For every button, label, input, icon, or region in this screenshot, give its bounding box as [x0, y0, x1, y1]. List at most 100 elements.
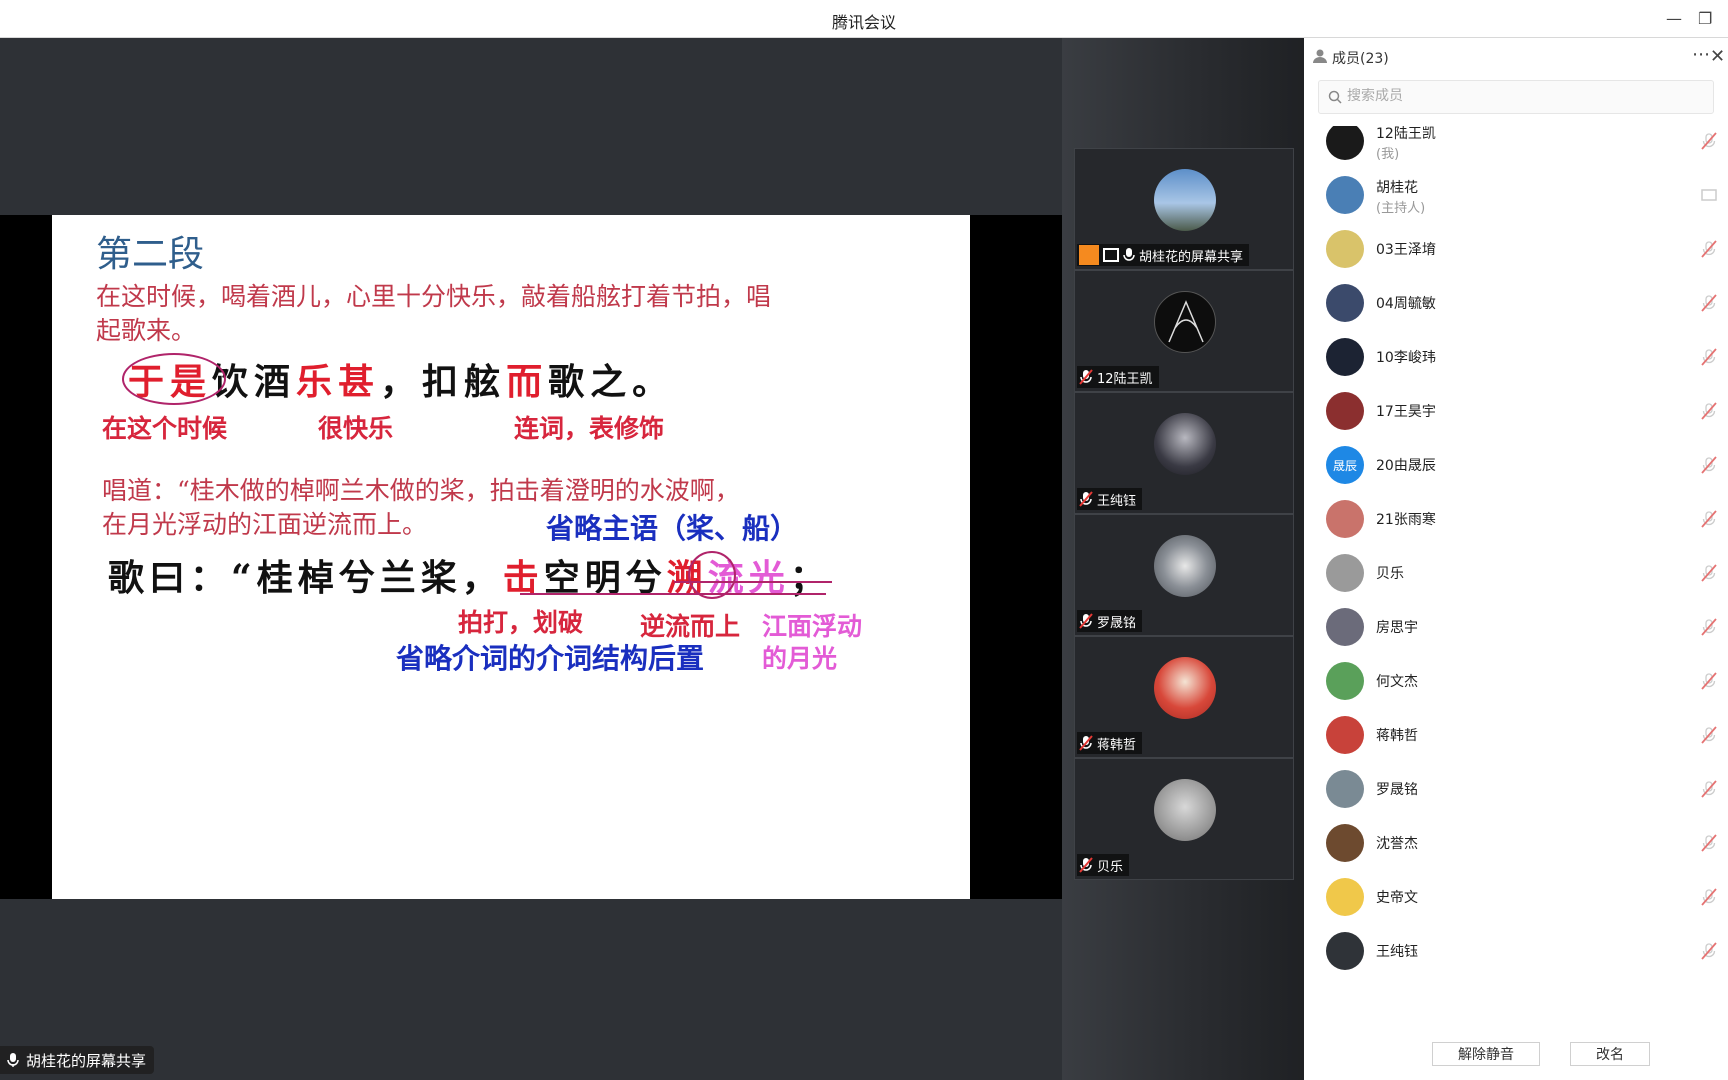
avatar — [1326, 176, 1364, 214]
mic-muted-icon — [1079, 735, 1093, 751]
member-row[interactable]: 贝乐 — [1304, 546, 1728, 600]
underline-1 — [520, 593, 826, 595]
member-search[interactable] — [1318, 80, 1714, 114]
member-row[interactable]: 04周毓敏 — [1304, 276, 1728, 330]
avatar — [1154, 169, 1216, 231]
member-row[interactable]: 何文杰 — [1304, 654, 1728, 708]
mic-muted-icon[interactable] — [1700, 510, 1718, 528]
close-icon[interactable]: ✕ — [1710, 46, 1725, 67]
member-role: (主持人) — [1376, 201, 1426, 216]
avatar — [1326, 716, 1364, 754]
note-zaizhe: 在这个时候 — [102, 414, 228, 443]
mic-muted-icon[interactable] — [1700, 672, 1718, 690]
video-tile[interactable]: 罗晟铭 — [1074, 514, 1294, 636]
tile-label: 王纯钰 — [1077, 488, 1143, 510]
mic-muted-icon[interactable] — [1700, 348, 1718, 366]
avatar — [1326, 770, 1364, 808]
mic-icon — [7, 1053, 19, 1067]
restore-icon[interactable]: ❐ — [1698, 9, 1712, 28]
search-input[interactable] — [1347, 88, 1687, 104]
member-name: 蒋韩哲 — [1376, 728, 1418, 744]
note-henkuaile: 很快乐 — [318, 414, 394, 443]
video-tile[interactable]: 胡桂花的屏幕共享 — [1074, 148, 1294, 270]
member-name: 10李峻玮 — [1376, 350, 1436, 366]
tile-label: 蒋韩哲 — [1077, 732, 1143, 754]
mic-muted-icon[interactable] — [1700, 780, 1718, 798]
video-tile[interactable]: 贝乐 — [1074, 758, 1294, 880]
mic-muted-icon[interactable] — [1700, 402, 1718, 420]
member-name: 20由晟辰 — [1376, 458, 1436, 474]
members-panel: 成员(23) ⋯ ✕ 12陆王凯 (我) 胡桂花 (主持人) 03王泽堉 04周毓敏 10李… — [1304, 38, 1728, 1080]
rename-button[interactable]: 改名 — [1570, 1042, 1650, 1066]
annotation-circle-2 — [688, 551, 736, 599]
tile-label: 贝乐 — [1077, 854, 1130, 876]
member-row[interactable]: 王纯钰 — [1304, 924, 1728, 978]
note-omit-prep: 省略介词的介词结构后置 — [396, 642, 705, 675]
video-tile[interactable]: 蒋韩哲 — [1074, 636, 1294, 758]
member-row[interactable]: 罗晟铭 — [1304, 762, 1728, 816]
tile-label: 12陆王凯 — [1077, 366, 1159, 388]
member-list: 12陆王凯 (我) 胡桂花 (主持人) 03王泽堉 04周毓敏 10李峻玮 17王昊宇晟辰 20… — [1304, 126, 1728, 1036]
window-title: 腾讯会议 — [831, 13, 896, 32]
person-icon — [1313, 49, 1327, 63]
avatar — [1154, 779, 1216, 841]
member-row[interactable]: 沈誉杰 — [1304, 816, 1728, 870]
unmute-all-button[interactable]: 解除静音 — [1432, 1042, 1540, 1066]
mic-muted-icon[interactable] — [1700, 618, 1718, 636]
mic-muted-icon[interactable] — [1700, 942, 1718, 960]
mic-muted-icon — [1079, 857, 1093, 873]
member-row[interactable]: 21张雨寒 — [1304, 492, 1728, 546]
mic-muted-icon[interactable] — [1700, 564, 1718, 582]
tile-name: 贝乐 — [1097, 859, 1124, 875]
member-name: 房思宇 — [1376, 620, 1418, 636]
video-tile[interactable]: 12陆王凯 — [1074, 270, 1294, 392]
more-icon[interactable]: ⋯ — [1692, 44, 1710, 65]
tile-name: 12陆王凯 — [1097, 371, 1153, 387]
minimize-icon[interactable]: — — [1666, 9, 1682, 28]
search-icon — [1328, 90, 1342, 104]
avatar — [1326, 662, 1364, 700]
member-name: 胡桂花 — [1376, 180, 1418, 196]
host-icon — [1079, 245, 1099, 265]
member-row[interactable]: 晟辰 20由晟辰 — [1304, 438, 1728, 492]
member-row[interactable]: 17王昊宇 — [1304, 384, 1728, 438]
screen-share-badge: 胡桂花的屏幕共享 — [0, 1046, 155, 1074]
slide-frame: 第二段 在这时候，喝着酒儿，心里十分快乐，敲着船舷打着节拍，唱 起歌来。 于是饮… — [0, 215, 1062, 899]
member-row[interactable]: 史帝文 — [1304, 870, 1728, 924]
tile-name: 罗晟铭 — [1097, 615, 1137, 631]
note-lianci: 连词，表修饰 — [514, 414, 665, 443]
tile-name: 胡桂花的屏幕共享 — [1139, 249, 1244, 265]
video-tile[interactable]: 王纯钰 — [1074, 392, 1294, 514]
member-name: 17王昊宇 — [1376, 404, 1436, 420]
avatar — [1326, 392, 1364, 430]
avatar — [1154, 535, 1216, 597]
mic-muted-icon[interactable] — [1700, 456, 1718, 474]
tile-name: 王纯钰 — [1097, 493, 1137, 509]
mic-muted-icon[interactable] — [1700, 888, 1718, 906]
note-omit-subject: 省略主语（桨、船） — [546, 512, 799, 545]
mic-muted-icon[interactable] — [1700, 834, 1718, 852]
member-name: 沈誉杰 — [1376, 836, 1418, 852]
member-name: 罗晟铭 — [1376, 782, 1418, 798]
share-label: 胡桂花的屏幕共享 — [26, 1051, 147, 1070]
screen-share-icon[interactable] — [1700, 186, 1718, 204]
member-name: 03王泽堉 — [1376, 242, 1436, 258]
member-row[interactable]: 胡桂花 (主持人) — [1304, 168, 1728, 222]
mic-muted-icon[interactable] — [1700, 240, 1718, 258]
mic-muted-icon[interactable] — [1700, 294, 1718, 312]
slide: 第二段 在这时候，喝着酒儿，心里十分快乐，敲着船舷打着节拍，唱 起歌来。 于是饮… — [52, 215, 970, 899]
shared-screen-stage: 第二段 在这时候，喝着酒儿，心里十分快乐，敲着船舷打着节拍，唱 起歌来。 于是饮… — [0, 38, 1062, 1080]
avatar — [1326, 126, 1364, 160]
member-row[interactable]: 03王泽堉 — [1304, 222, 1728, 276]
member-row[interactable]: 房思宇 — [1304, 600, 1728, 654]
member-row[interactable]: 10李峻玮 — [1304, 330, 1728, 384]
mic-muted-icon[interactable] — [1700, 132, 1718, 150]
avatar — [1154, 413, 1216, 475]
avatar — [1326, 230, 1364, 268]
member-row[interactable]: 12陆王凯 (我) — [1304, 126, 1728, 168]
member-row[interactable]: 蒋韩哲 — [1304, 708, 1728, 762]
tile-name: 蒋韩哲 — [1097, 737, 1137, 753]
mic-muted-icon[interactable] — [1700, 726, 1718, 744]
avatar — [1326, 608, 1364, 646]
video-rail: 胡桂花的屏幕共享 12陆王凯 王纯钰 罗晟铭 蒋韩哲 贝乐 — [1062, 38, 1304, 1080]
